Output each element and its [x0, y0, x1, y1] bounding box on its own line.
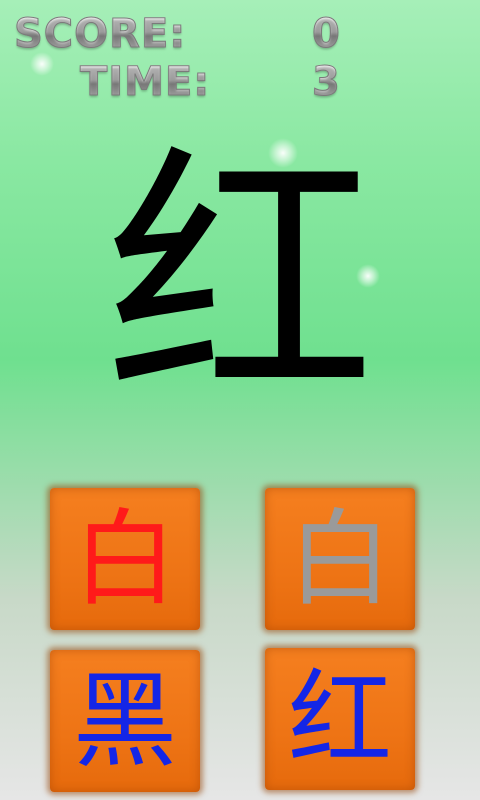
- choice-character: 红: [287, 658, 392, 780]
- choice-button-2[interactable]: 白: [265, 488, 415, 630]
- choice-character: 白: [287, 498, 392, 620]
- choice-button-3[interactable]: 黑: [50, 650, 200, 792]
- score-value: 0: [312, 11, 341, 57]
- choice-button-4[interactable]: 红: [265, 648, 415, 790]
- choice-character: 黑: [72, 660, 177, 782]
- score-label: SCORE:: [13, 11, 187, 57]
- time-label: TIME:: [79, 59, 211, 105]
- choice-button-1[interactable]: 白: [50, 488, 200, 630]
- choice-character: 白: [72, 498, 177, 620]
- time-value: 3: [312, 59, 341, 105]
- prompt-character: 红: [105, 122, 375, 437]
